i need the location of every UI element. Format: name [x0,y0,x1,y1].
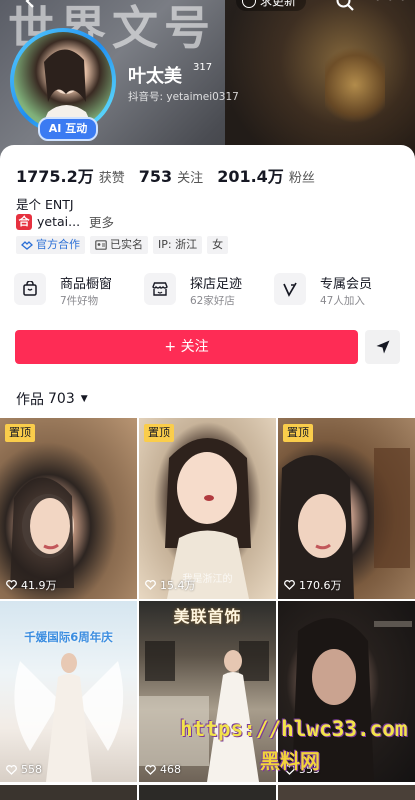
tag-gender-label: 女 [212,238,224,251]
profile-link[interactable]: 合 yetai... 更多 [16,212,114,231]
profile-stats: 1775.2万 获赞 753 关注 201.4万 粉丝 [16,163,315,187]
tag-official-partner-label: 官方合作 [36,238,80,251]
stat-likes[interactable]: 1775.2万 获赞 [16,163,125,187]
refresh-icon [242,0,256,8]
feature-store-visits[interactable]: 探店足迹 62家好店 [144,271,274,309]
feature-shop-window-title: 商品橱窗 [60,277,113,292]
stat-followers-label: 粉丝 [288,171,315,186]
tile-preview [139,785,276,800]
follow-button[interactable]: + 关注 [15,330,358,364]
feature-exclusive-member-sub: 47人加入 [320,295,365,307]
tile-thumbnail [10,477,74,588]
chevron-left-icon [25,0,34,8]
ai-interaction-badge[interactable]: AI 互动 [38,117,98,141]
tile-likes: 170.6万 [284,577,342,593]
tile-likes-count: 468 [160,763,181,776]
tag-gender: 女 [207,236,229,254]
stat-following-value: 753 [138,167,173,186]
watermark-name: 黑料网 [260,749,320,773]
header-background-ornament [325,40,385,130]
stat-likes-value: 1775.2万 [16,167,94,186]
feature-shop-window[interactable]: 商品橱窗 7件好物 [14,271,144,309]
stat-followers-value: 201.4万 [217,167,284,186]
tile-preview [0,785,137,800]
feature-exclusive-member-title: 专属会员 [320,277,373,292]
vip-icon [274,273,306,305]
tile-likes: 15.4万 [145,577,196,593]
profile-bio: 是个 ENTJ [16,197,74,212]
profile-link-text: yetai... [37,214,81,229]
back-button[interactable] [22,0,42,12]
profile-link-more[interactable]: 更多 [89,212,114,231]
tile-likes-count: 41.9万 [21,579,57,592]
pinned-badge: 置顶 [283,424,313,442]
tile-thumbnail [139,641,269,782]
link-brand-icon: 合 [16,213,32,230]
tag-verified-name-label: 已实名 [110,238,143,251]
caret-down-icon: ▼ [80,394,88,404]
video-tile[interactable]: 千媛国际6周年庆 558 [0,601,137,782]
pinned-badge: 置顶 [144,424,174,442]
video-tile[interactable]: 置顶 41.9万 [0,418,137,599]
tile-likes: 41.9万 [6,577,57,593]
stat-following-label: 关注 [177,171,204,186]
share-button[interactable] [365,330,400,364]
douyin-id[interactable]: 抖音号: yetaimei0317 [128,89,239,104]
send-icon [376,340,389,354]
video-tile[interactable]: 美联首饰 468 [139,601,276,782]
tile-likes-count: 15.4万 [160,579,196,592]
profile-name-superscript: 317 [193,62,213,73]
profile-header: 世界文号 求更新 ••• AI 互动 叶太美 317 抖音号: yetaimei… [0,0,415,160]
heart-icon [284,580,295,590]
works-tab[interactable]: 作品 703 ▼ [16,389,88,409]
more-options-button[interactable]: ••• [372,0,410,9]
tile-likes-count: 558 [21,763,42,776]
feature-store-visits-sub: 62家好店 [190,295,235,307]
avatar [14,32,112,130]
store-icon [144,273,176,305]
tile-likes: 558 [6,763,42,776]
tile-caption: 千媛国际6周年庆 [24,630,113,644]
feature-exclusive-member[interactable]: 专属会员 47人加入 [274,271,404,309]
stat-following[interactable]: 753 关注 [139,167,203,186]
tile-likes: 468 [145,763,181,776]
stat-followers[interactable]: 201.4万 粉丝 [217,163,315,187]
profile-card: 1775.2万 获赞 753 关注 201.4万 粉丝 是个 ENTJ 合 yetai… [0,145,415,800]
video-tile[interactable]: 置顶 170.6万 [278,418,415,599]
heart-icon [145,764,156,775]
stat-likes-label: 获赞 [98,171,125,186]
heart-icon [6,580,17,590]
tag-ip-location: IP: 浙江 [153,236,203,254]
works-count: 703 [48,391,75,407]
profile-tags: 官方合作 已实名 IP: 浙江 女 [16,236,229,254]
tile-thumbnail [278,448,410,599]
heart-icon [145,580,156,590]
works-label: 作品 [16,392,44,408]
avatar-portrait [40,49,94,130]
watermark-url: https://hlwc33.com [180,717,408,741]
next-row-preview [0,785,415,800]
request-update-button[interactable]: 求更新 [236,0,307,11]
tag-verified-name: 已实名 [90,236,148,254]
feature-shop-window-sub: 7件好物 [60,295,99,307]
shopping-bag-icon [14,273,46,305]
profile-name: 叶太美 [128,66,182,87]
tag-ip-location-label: IP: 浙江 [158,238,198,251]
tag-official-partner[interactable]: 官方合作 [16,236,85,254]
profile-features: 商品橱窗 7件好物 探店足迹 62家好店 专属会员 47人加入 [14,271,404,309]
heart-icon [6,764,17,775]
pinned-badge: 置顶 [5,424,35,442]
tile-caption: 美联首饰 [173,607,242,626]
video-tile[interactable]: 置顶 我是浙江的 15.4万 [139,418,276,599]
tile-likes-count: 170.6万 [299,579,342,592]
id-card-icon [95,240,107,250]
search-button[interactable] [335,0,355,12]
search-icon [336,0,354,11]
request-update-label: 求更新 [260,0,297,8]
handshake-icon [21,241,33,250]
feature-store-visits-title: 探店足迹 [190,277,243,292]
header-background-figure [225,0,415,160]
tile-preview [278,785,415,800]
